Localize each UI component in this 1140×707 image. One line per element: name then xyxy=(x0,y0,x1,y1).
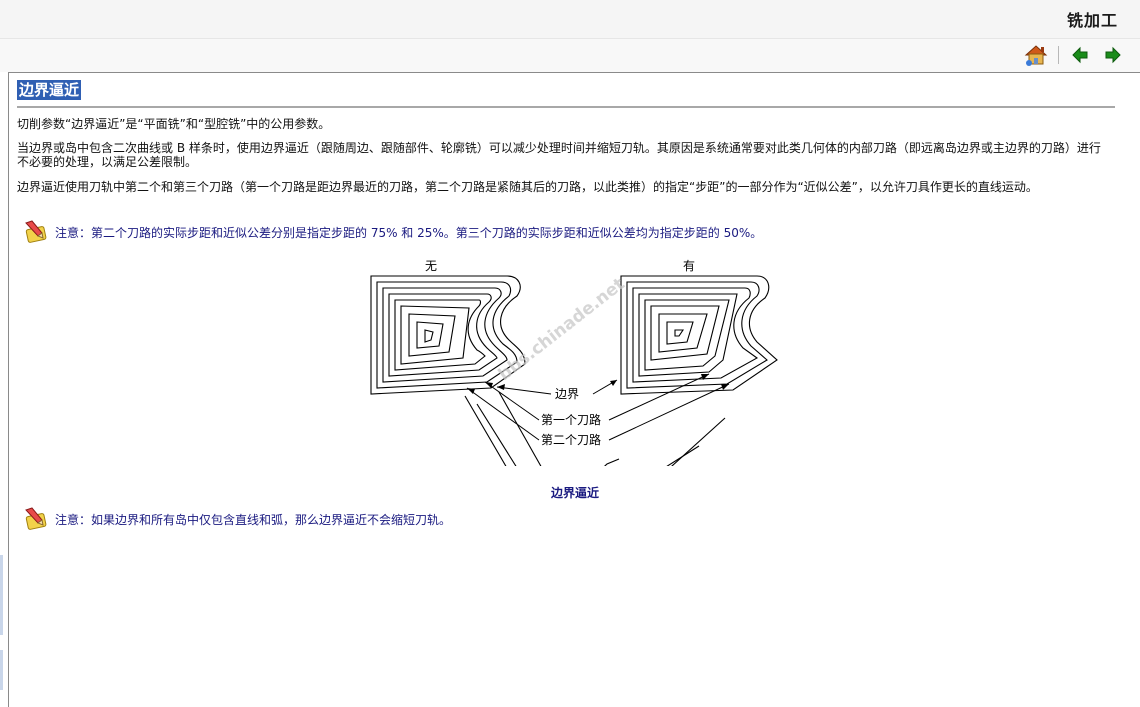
paragraph-2: 当边界或岛中包含二次曲线或 B 样条时，使用边界逼近（跟随周边、跟随部件、轮廓铣… xyxy=(17,141,1101,169)
back-button[interactable] xyxy=(1071,44,1089,66)
home-button[interactable] xyxy=(1024,44,1048,66)
note-1: 注意：第二个刀路的实际步距和近似公差分别是指定步距的 75% 和 25%。第三个… xyxy=(23,219,1103,245)
paragraph-1: 切削参数“边界逼近”是“平面铣”和“型腔铣”中的公用参数。 xyxy=(17,117,331,131)
heading-area: 边界逼近 xyxy=(17,80,1115,108)
paragraph-3: 边界逼近使用刀轨中第二个和第三个刀路（第一个刀路是距边界最近的刀路，第二个刀路是… xyxy=(17,180,1038,194)
watermark: bbs.chinade.net xyxy=(495,274,629,385)
note-pencil-icon xyxy=(25,507,47,530)
page-title: 边界逼近 xyxy=(17,80,82,100)
help-viewer: 铣加工 边界逼近 切削参数“边界逼近”是“平面铣”和“型腔铣”中的公用参数。 当… xyxy=(0,0,1140,707)
callout-boundary: 边界 xyxy=(555,387,579,401)
left-scroll-edge xyxy=(0,555,3,635)
note-2: 注意：如果边界和所有岛中仅包含直线和弧，那么边界逼近不会缩短刀轨。 xyxy=(23,506,1103,532)
forward-button[interactable] xyxy=(1104,44,1122,66)
toolbar-separator xyxy=(1058,46,1059,64)
content-pane: 边界逼近 切削参数“边界逼近”是“平面铣”和“型腔铣”中的公用参数。 当边界或岛… xyxy=(8,72,1140,707)
arrow-right-icon xyxy=(1105,46,1121,64)
toolbar xyxy=(0,39,1140,72)
left-scroll-edge-lower xyxy=(0,650,3,690)
callout-second-pass: 第二个刀路 xyxy=(541,432,601,447)
callout-first-pass: 第一个刀路 xyxy=(541,412,601,427)
figure-label-with: 有 xyxy=(683,259,695,273)
home-icon xyxy=(1024,45,1048,66)
arrow-left-icon xyxy=(1072,46,1088,64)
figure-caption: 边界逼近 xyxy=(550,486,599,500)
note-text: 注意：如果边界和所有岛中仅包含直线和弧，那么边界逼近不会缩短刀轨。 xyxy=(55,513,452,527)
figure-label-without: 无 xyxy=(425,259,437,273)
doc-title: 铣加工 xyxy=(1066,11,1118,30)
note-pencil-icon xyxy=(25,220,47,243)
title-bar: 铣加工 xyxy=(0,0,1140,39)
boundary-approximation-figure: 无 有 边界 第一个刀路 第二个刀路 bbs.chinade.net xyxy=(370,259,778,466)
note-text: 注意：第二个刀路的实际步距和近似公差分别是指定步距的 75% 和 25%。第三个… xyxy=(55,226,763,240)
